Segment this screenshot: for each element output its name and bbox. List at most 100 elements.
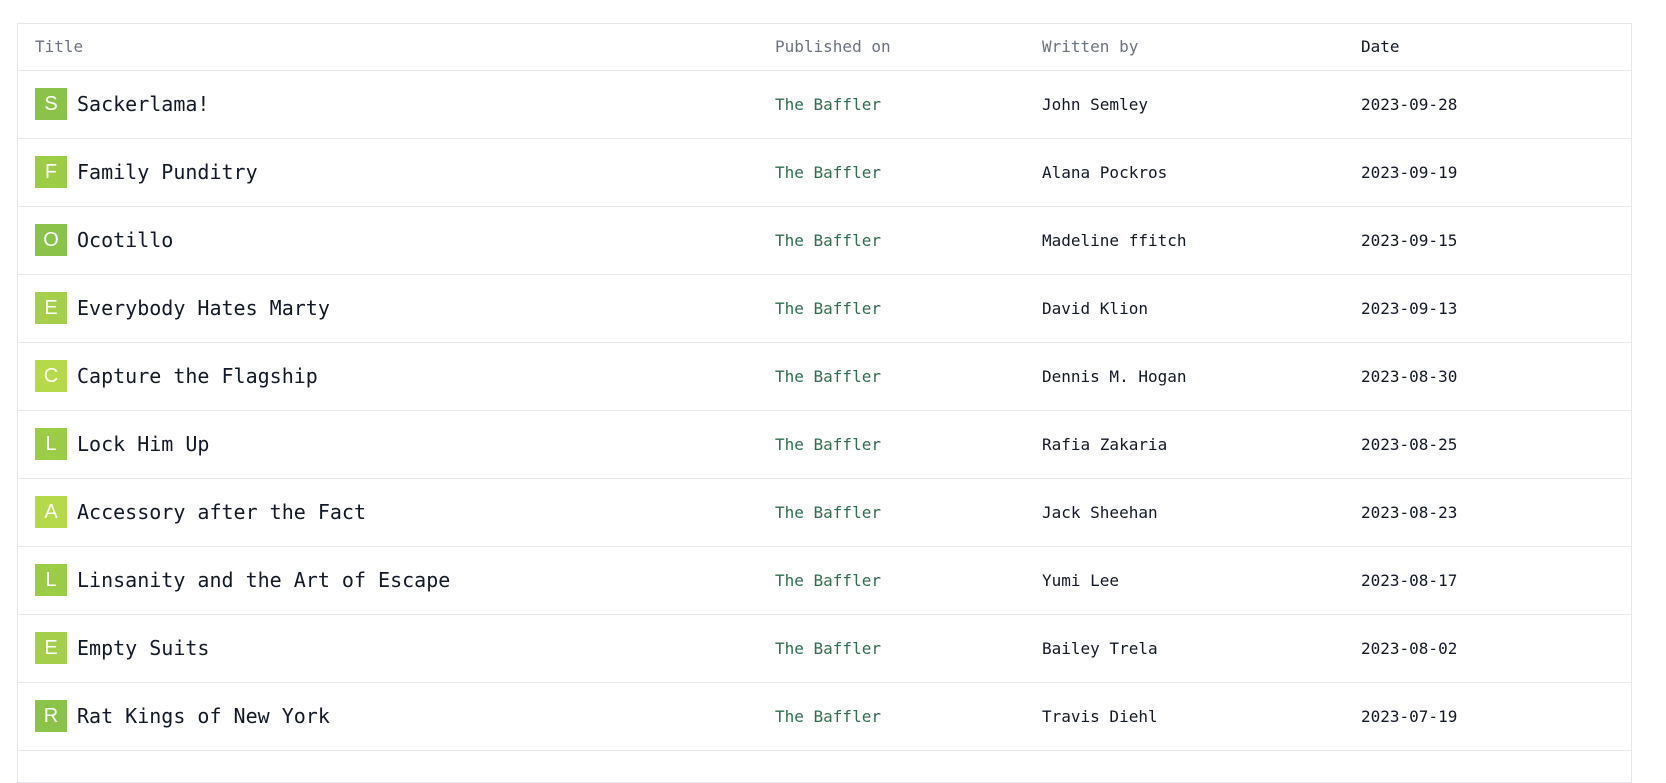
- date-cell: 2023-08-17: [1361, 546, 1631, 614]
- title-initial-badge: L: [35, 428, 67, 460]
- table-row[interactable]: E Empty Suits The Baffler Bailey Trela 2…: [18, 614, 1631, 682]
- author-cell: Yumi Lee: [1042, 546, 1361, 614]
- title-initial-badge: C: [35, 360, 67, 392]
- publisher-link[interactable]: The Baffler: [775, 231, 881, 250]
- column-header-written-by[interactable]: Written by: [1042, 24, 1361, 71]
- title-initial-badge: F: [35, 156, 67, 188]
- publish-date: 2023-08-30: [1361, 366, 1458, 386]
- publish-date: 2023-08-25: [1361, 434, 1458, 454]
- article-title-link[interactable]: Ocotillo: [77, 228, 173, 252]
- publish-date: 2023-09-19: [1361, 162, 1458, 182]
- publisher-link[interactable]: The Baffler: [775, 435, 881, 454]
- articles-table-grid: Title Published on Written by Date S Sac…: [18, 24, 1631, 751]
- publisher-link[interactable]: The Baffler: [775, 163, 881, 182]
- article-title-link[interactable]: Linsanity and the Art of Escape: [77, 568, 450, 592]
- published-on-cell: The Baffler: [775, 342, 1042, 410]
- title-cell: O Ocotillo: [18, 206, 775, 274]
- article-title-link[interactable]: Accessory after the Fact: [77, 500, 366, 524]
- publisher-link[interactable]: The Baffler: [775, 639, 881, 658]
- column-header-title[interactable]: Title: [18, 24, 775, 71]
- table-footer: [18, 750, 1631, 781]
- article-title-link[interactable]: Rat Kings of New York: [77, 704, 330, 728]
- article-title-link[interactable]: Sackerlama!: [77, 92, 209, 116]
- author-cell: Travis Diehl: [1042, 682, 1361, 750]
- table-row[interactable]: E Everybody Hates Marty The Baffler Davi…: [18, 274, 1631, 342]
- table-body: S Sackerlama! The Baffler John Semley 20…: [18, 70, 1631, 750]
- table-row[interactable]: C Capture the Flagship The Baffler Denni…: [18, 342, 1631, 410]
- article-title-link[interactable]: Family Punditry: [77, 160, 258, 184]
- article-title-link[interactable]: Capture the Flagship: [77, 364, 318, 388]
- table-row[interactable]: A Accessory after the Fact The Baffler J…: [18, 478, 1631, 546]
- table-header: Title Published on Written by Date: [18, 24, 1631, 71]
- date-cell: 2023-09-19: [1361, 138, 1631, 206]
- table-row[interactable]: R Rat Kings of New York The Baffler Trav…: [18, 682, 1631, 750]
- publish-date: 2023-09-15: [1361, 230, 1458, 250]
- author-cell: Dennis M. Hogan: [1042, 342, 1361, 410]
- publish-date: 2023-08-17: [1361, 570, 1458, 590]
- author-cell: David Klion: [1042, 274, 1361, 342]
- title-cell: E Everybody Hates Marty: [18, 274, 775, 342]
- author-cell: Alana Pockros: [1042, 138, 1361, 206]
- author-name: Yumi Lee: [1042, 570, 1120, 590]
- date-cell: 2023-09-15: [1361, 206, 1631, 274]
- column-header-date[interactable]: Date: [1361, 24, 1631, 71]
- table-row[interactable]: F Family Punditry The Baffler Alana Pock…: [18, 138, 1631, 206]
- table-row[interactable]: L Lock Him Up The Baffler Rafia Zakaria …: [18, 410, 1631, 478]
- publisher-link[interactable]: The Baffler: [775, 707, 881, 726]
- article-title-link[interactable]: Empty Suits: [77, 636, 209, 660]
- publisher-link[interactable]: The Baffler: [775, 503, 881, 522]
- author-cell: Jack Sheehan: [1042, 478, 1361, 546]
- author-cell: John Semley: [1042, 70, 1361, 138]
- title-cell: S Sackerlama!: [18, 70, 775, 138]
- publish-date: 2023-09-28: [1361, 94, 1458, 114]
- author-name: John Semley: [1042, 94, 1148, 114]
- title-cell: L Lock Him Up: [18, 410, 775, 478]
- published-on-cell: The Baffler: [775, 70, 1042, 138]
- date-cell: 2023-08-23: [1361, 478, 1631, 546]
- published-on-cell: The Baffler: [775, 546, 1042, 614]
- author-cell: Rafia Zakaria: [1042, 410, 1361, 478]
- title-cell: F Family Punditry: [18, 138, 775, 206]
- publisher-link[interactable]: The Baffler: [775, 299, 881, 318]
- published-on-cell: The Baffler: [775, 138, 1042, 206]
- published-on-cell: The Baffler: [775, 274, 1042, 342]
- date-cell: 2023-08-30: [1361, 342, 1631, 410]
- date-cell: 2023-07-19: [1361, 682, 1631, 750]
- author-name: David Klion: [1042, 298, 1148, 318]
- table-row[interactable]: L Linsanity and the Art of Escape The Ba…: [18, 546, 1631, 614]
- title-initial-badge: E: [35, 292, 67, 324]
- publish-date: 2023-07-19: [1361, 706, 1458, 726]
- author-name: Bailey Trela: [1042, 638, 1158, 658]
- title-initial-badge: S: [35, 88, 67, 120]
- published-on-cell: The Baffler: [775, 206, 1042, 274]
- publish-date: 2023-08-02: [1361, 638, 1458, 658]
- published-on-cell: The Baffler: [775, 614, 1042, 682]
- publisher-link[interactable]: The Baffler: [775, 95, 881, 114]
- date-cell: 2023-09-13: [1361, 274, 1631, 342]
- publish-date: 2023-08-23: [1361, 502, 1458, 522]
- title-initial-badge: E: [35, 632, 67, 664]
- author-cell: Madeline ffitch: [1042, 206, 1361, 274]
- author-cell: Bailey Trela: [1042, 614, 1361, 682]
- article-title-link[interactable]: Everybody Hates Marty: [77, 296, 330, 320]
- author-name: Travis Diehl: [1042, 706, 1158, 726]
- table-row[interactable]: O Ocotillo The Baffler Madeline ffitch 2…: [18, 206, 1631, 274]
- article-title-link[interactable]: Lock Him Up: [77, 432, 209, 456]
- date-cell: 2023-09-28: [1361, 70, 1631, 138]
- author-name: Jack Sheehan: [1042, 502, 1158, 522]
- date-cell: 2023-08-25: [1361, 410, 1631, 478]
- date-cell: 2023-08-02: [1361, 614, 1631, 682]
- table-row[interactable]: S Sackerlama! The Baffler John Semley 20…: [18, 70, 1631, 138]
- publisher-link[interactable]: The Baffler: [775, 571, 881, 590]
- title-initial-badge: R: [35, 700, 67, 732]
- published-on-cell: The Baffler: [775, 478, 1042, 546]
- title-cell: A Accessory after the Fact: [18, 478, 775, 546]
- title-cell: L Linsanity and the Art of Escape: [18, 546, 775, 614]
- published-on-cell: The Baffler: [775, 410, 1042, 478]
- author-name: Rafia Zakaria: [1042, 434, 1168, 454]
- publisher-link[interactable]: The Baffler: [775, 367, 881, 386]
- author-name: Dennis M. Hogan: [1042, 366, 1187, 386]
- column-header-published-on[interactable]: Published on: [775, 24, 1042, 71]
- author-name: Alana Pockros: [1042, 162, 1168, 182]
- title-cell: E Empty Suits: [18, 614, 775, 682]
